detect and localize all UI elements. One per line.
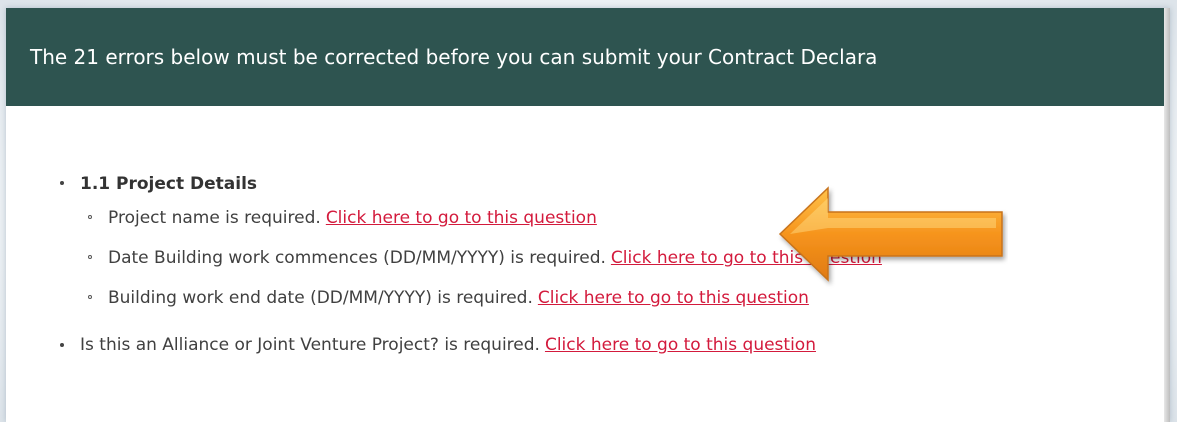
error-message: Is this an Alliance or Joint Venture Pro… xyxy=(80,335,540,355)
bullet-icon xyxy=(60,181,64,185)
error-summary-banner: The 21 errors below must be corrected be… xyxy=(6,8,1170,106)
error-message: Date Building work commences (DD/MM/YYYY… xyxy=(108,248,606,268)
go-to-question-link[interactable]: Click here to go to this question xyxy=(326,208,597,228)
error-item-alliance-jv: Is this an Alliance or Joint Venture Pro… xyxy=(52,335,882,355)
error-message: Building work end date (DD/MM/YYYY) is r… xyxy=(108,288,533,308)
error-list: 1.1 Project Details Project name is requ… xyxy=(52,173,882,365)
panel-edge xyxy=(1164,8,1170,422)
error-message: Project name is required. xyxy=(108,208,321,228)
error-item-project-name: Project name is required. Click here to g… xyxy=(80,207,882,247)
section-title: 1.1 Project Details xyxy=(80,174,258,194)
orange-arrow-left-icon xyxy=(778,186,1003,282)
error-item-end-date: Building work end date (DD/MM/YYYY) is r… xyxy=(80,287,882,327)
sub-bullet-icon xyxy=(88,215,92,219)
go-to-question-link[interactable]: Click here to go to this question xyxy=(538,288,809,308)
sub-error-list: Project name is required. Click here to g… xyxy=(80,207,882,327)
sub-bullet-icon xyxy=(88,255,92,259)
bullet-icon xyxy=(60,343,64,347)
go-to-question-link[interactable]: Click here to go to this question xyxy=(545,335,816,355)
error-section-project-details: 1.1 Project Details Project name is requ… xyxy=(52,173,882,327)
sub-bullet-icon xyxy=(88,295,92,299)
error-item-start-date: Date Building work commences (DD/MM/YYYY… xyxy=(80,247,882,287)
